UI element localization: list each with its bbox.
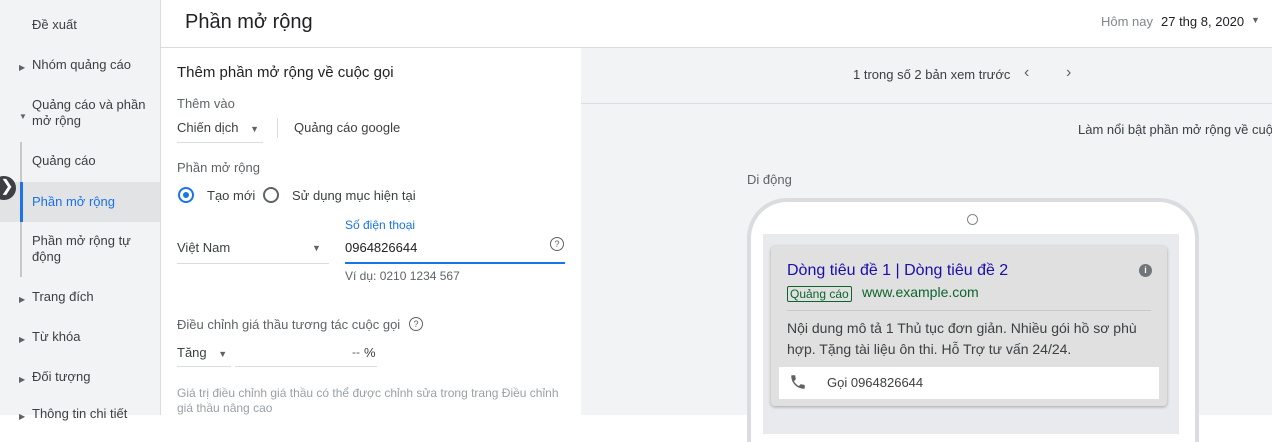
active-indicator [20, 182, 23, 222]
bid-note: Giá trị điều chỉnh giá thầu có thể được … [177, 386, 559, 415]
phone-screen: Dòng tiêu đề 1 | Dòng tiêu đề 2 i Quảng … [763, 234, 1179, 434]
phone-field-label: Số điện thoại [345, 218, 416, 232]
form-heading: Thêm phần mở rộng về cuộc gọi [177, 64, 394, 81]
call-text: Gọi 0964826644 [827, 375, 924, 390]
ad-call-extension[interactable]: Gọi 0964826644 [779, 367, 1159, 399]
radio-use-existing[interactable] [263, 187, 279, 203]
level-select-value: Chiến dịch [177, 120, 239, 135]
bid-value-underline [235, 366, 377, 367]
expand-arrow-icon: ▶ [19, 335, 26, 344]
phone-camera [967, 214, 978, 225]
phone-field[interactable]: 0964826644 [345, 240, 417, 255]
ad-preview-panel: 1 trong số 2 bản xem trước ‹ › Làm nổi b… [581, 48, 1272, 442]
bid-direction-value: Tăng [177, 345, 207, 360]
sidebar-item-label: Quảng cáo [32, 153, 96, 168]
bid-adjust-label: Điều chỉnh giá thầu tương tác cuộc gọi [177, 317, 401, 332]
ad-card: Dòng tiêu đề 1 | Dòng tiêu đề 2 i Quảng … [771, 246, 1167, 406]
level-select-underline [177, 142, 263, 143]
add-to-label: Thêm vào [177, 96, 235, 111]
phone-frame: Dòng tiêu đề 1 | Dòng tiêu đề 2 i Quảng … [747, 198, 1199, 442]
highlight-note: Làm nổi bật phần mở rộng về cuộc [1078, 122, 1272, 137]
help-icon[interactable]: ? [409, 317, 423, 331]
preview-toolbar: 1 trong số 2 bản xem trước ‹ › [581, 48, 1272, 104]
help-icon[interactable]: ? [550, 237, 564, 251]
sidebar-item-label: Phần mở rộng tự động [32, 233, 131, 264]
phone-example-hint: Ví dụ: 0210 1234 567 [345, 269, 460, 283]
ad-display-url: www.example.com [862, 284, 979, 300]
sidebar-item-label: Quảng cáo và phần mở rộng [32, 97, 146, 128]
chevron-right-icon: ❯ [0, 178, 14, 195]
sidebar-item-label: Đề xuất [32, 17, 77, 32]
date-range-label: Hôm nay [1101, 14, 1154, 29]
expand-arrow-icon: ▶ [19, 295, 26, 304]
ad-headline[interactable]: Dòng tiêu đề 1 | Dòng tiêu đề 2 [787, 262, 1008, 280]
preview-counter: 1 trong số 2 bản xem trước [853, 67, 1011, 82]
sidebar-item-label: Đối tượng [32, 369, 91, 384]
sidebar-item-label: Từ khóa [32, 329, 81, 344]
page-title: Phần mở rộng [185, 11, 313, 33]
bid-direction-underline [177, 366, 231, 367]
sidebar: Đề xuất ▶ Nhóm quảng cáo ▼ Quảng cáo và … [0, 0, 161, 421]
expand-arrow-icon: ▶ [19, 412, 26, 421]
country-select-value[interactable]: Việt Nam [177, 240, 230, 255]
campaign-name: Quảng cáo google [294, 120, 401, 135]
info-icon[interactable]: i [1139, 264, 1152, 277]
country-select-underline [177, 263, 329, 264]
collapse-arrow-icon: ▼ [19, 112, 27, 121]
bid-value-field[interactable]: -- [352, 345, 360, 359]
sidebar-item-label: Nhóm quảng cáo [32, 57, 132, 72]
expand-arrow-icon: ▶ [19, 375, 26, 384]
extension-label: Phần mở rộng [177, 160, 260, 175]
bid-direction-select[interactable]: Tăng ▼ [177, 345, 227, 360]
sidebar-item-extensions[interactable]: Phần mở rộng [0, 182, 160, 222]
phone-field-underline [345, 262, 565, 264]
date-range-picker[interactable]: 27 thg 8, 2020 [1161, 14, 1244, 29]
call-extension-form: Thêm phần mở rộng về cuộc gọi Thêm vào C… [161, 48, 581, 415]
sidebar-item-label: Trang đích [32, 289, 94, 304]
dropdown-caret-icon[interactable]: ▼ [1251, 15, 1260, 25]
sidebar-item-label: Phần mở rộng [32, 194, 115, 209]
chevron-left-icon[interactable]: ‹ [1024, 64, 1029, 82]
level-select[interactable]: Chiến dịch ▼ [177, 120, 259, 135]
dropdown-caret-icon: ▼ [218, 349, 228, 359]
divider [277, 118, 278, 138]
device-label: Di động [747, 172, 792, 187]
ad-badge: Quảng cáo [787, 286, 852, 302]
radio-use-existing-label: Sử dụng mục hiện tại [292, 188, 416, 203]
radio-create-new-label: Tạo mới [207, 188, 256, 203]
ad-description: Nội dung mô tả 1 Thủ tục đơn giản. Nhiều… [787, 320, 1137, 357]
dropdown-caret-icon: ▼ [250, 124, 259, 134]
sidebar-item-label: Thông tin chi tiết [32, 406, 128, 421]
phone-icon [791, 375, 805, 389]
divider [787, 310, 1151, 311]
page-header: Phần mở rộng Hôm nay 27 thg 8, 2020 ▼ [161, 0, 1272, 48]
expand-arrow-icon: ▶ [19, 63, 26, 72]
bid-unit: % [364, 345, 376, 360]
chevron-right-icon[interactable]: › [1066, 64, 1071, 82]
radio-create-new[interactable] [178, 187, 194, 203]
dropdown-caret-icon[interactable]: ▼ [312, 243, 321, 253]
